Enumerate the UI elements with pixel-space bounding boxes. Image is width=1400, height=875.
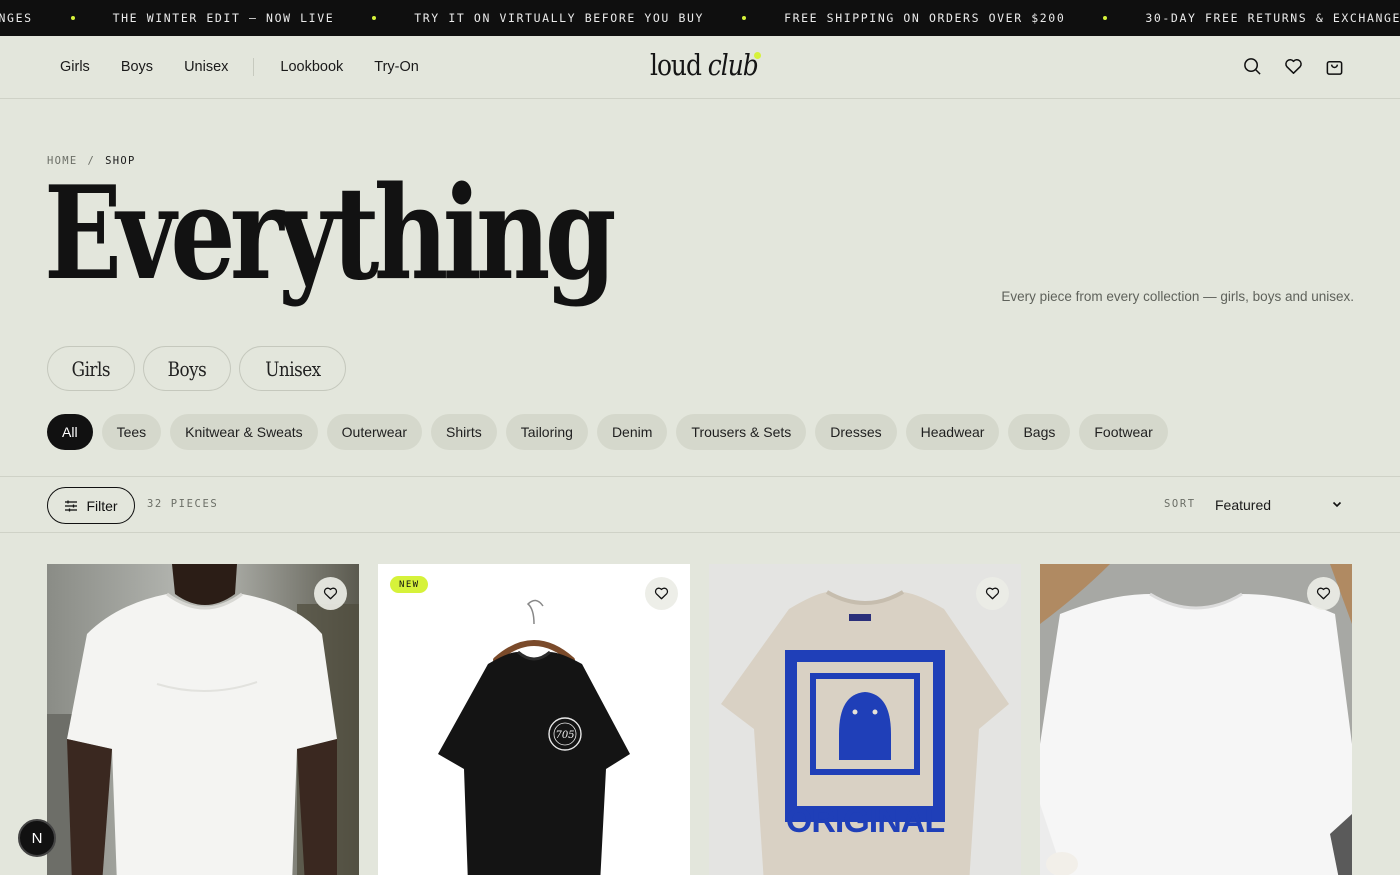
wishlist-button[interactable] xyxy=(1307,577,1340,610)
announcement-item: TRY IT ON VIRTUALLY BEFORE YOU BUY xyxy=(414,11,705,25)
category-chip-tees[interactable]: Tees xyxy=(101,414,162,450)
category-chip-trousers[interactable]: Trousers & Sets xyxy=(676,414,807,450)
gender-filter-label: Unisex xyxy=(264,356,321,381)
bag-icon[interactable] xyxy=(1325,57,1344,76)
page-subtitle: Every piece from every collection — girl… xyxy=(1001,289,1354,304)
product-card[interactable]: ORIGINAL xyxy=(709,564,1021,875)
product-image xyxy=(1040,564,1352,875)
separator-dot xyxy=(70,16,75,20)
gender-filter-label: Boys xyxy=(167,356,206,381)
category-filter-group: All Tees Knitwear & Sweats Outerwear Shi… xyxy=(47,414,1168,450)
nav-lookbook[interactable]: Lookbook xyxy=(280,59,343,75)
category-chip-shirts[interactable]: Shirts xyxy=(431,414,497,450)
product-image: 705 xyxy=(378,564,690,875)
nav-try-on[interactable]: Try-On xyxy=(374,59,419,75)
product-print-text: ORIGINAL xyxy=(786,802,944,840)
category-chip-headwear[interactable]: Headwear xyxy=(905,414,1000,450)
nav-boys[interactable]: Boys xyxy=(121,59,153,75)
main-nav: Girls Boys Unisex Lookbook Try-On xyxy=(60,36,450,98)
announcement-track: ANGES THE WINTER EDIT — NOW LIVE TRY IT … xyxy=(0,0,1400,36)
logo-accent-dot xyxy=(754,52,761,59)
category-chip-knitwear[interactable]: Knitwear & Sweats xyxy=(170,414,318,450)
gender-filter-girls[interactable]: Girls xyxy=(47,346,135,391)
logo-text: loud xyxy=(650,48,702,82)
category-chip-outerwear[interactable]: Outerwear xyxy=(326,414,422,450)
product-card[interactable] xyxy=(1040,564,1352,875)
product-print-text: 705 xyxy=(555,730,574,741)
announcement-item: FREE SHIPPING ON ORDERS OVER $200 xyxy=(784,11,1066,25)
category-chip-all[interactable]: All xyxy=(47,414,93,450)
announcement-item: 30-DAY FREE RETURNS & EXCHANGES xyxy=(1145,11,1400,25)
sort-select[interactable]: Featured xyxy=(1215,495,1343,515)
announcement-item: THE WINTER EDIT — NOW LIVE xyxy=(112,11,335,25)
new-badge: NEW xyxy=(390,576,429,593)
category-chip-dresses[interactable]: Dresses xyxy=(815,414,897,450)
chevron-down-icon xyxy=(1332,501,1342,508)
logo-text-italic: club xyxy=(707,48,759,82)
wishlist-button[interactable] xyxy=(976,577,1009,610)
heart-icon xyxy=(1316,587,1331,600)
heart-icon xyxy=(985,587,1000,600)
heart-icon[interactable] xyxy=(1284,57,1303,76)
nav-divider xyxy=(253,58,255,76)
nav-unisex[interactable]: Unisex xyxy=(184,59,228,75)
nav-girls[interactable]: Girls xyxy=(60,59,90,75)
product-image: ORIGINAL xyxy=(709,564,1021,875)
category-chip-tailoring[interactable]: Tailoring xyxy=(505,414,588,450)
header-actions xyxy=(1243,57,1344,76)
category-chip-footwear[interactable]: Footwear xyxy=(1079,414,1168,450)
announcement-item: ANGES xyxy=(0,11,33,25)
sort-label: SORT xyxy=(1164,498,1196,510)
result-count: 32 PIECES xyxy=(147,498,219,510)
filter-button[interactable]: Filter xyxy=(47,487,135,524)
sliders-icon xyxy=(65,500,78,511)
sort-value: Featured xyxy=(1215,497,1272,513)
search-icon[interactable] xyxy=(1243,57,1262,76)
site-header: Girls Boys Unisex Lookbook Try-On loud c… xyxy=(0,36,1400,99)
gender-filter-label: Girls xyxy=(71,356,111,381)
brand-logo[interactable]: loud club xyxy=(650,48,759,82)
filter-button-label: Filter xyxy=(86,497,118,514)
product-grid: 705 NEW ORIGINAL xyxy=(47,564,1352,875)
product-card[interactable] xyxy=(47,564,359,875)
heart-icon xyxy=(323,587,338,600)
category-chip-denim[interactable]: Denim xyxy=(596,414,668,450)
dev-tools-badge[interactable]: N xyxy=(18,819,56,857)
announcement-bar: ANGES THE WINTER EDIT — NOW LIVE TRY IT … xyxy=(0,0,1400,36)
toolbar: Filter 32 PIECES SORT Featured xyxy=(0,476,1400,533)
product-card[interactable]: 705 NEW xyxy=(378,564,690,875)
category-chip-bags[interactable]: Bags xyxy=(1008,414,1071,450)
separator-dot xyxy=(372,16,377,20)
gender-filter-group: Girls Boys Unisex xyxy=(47,346,347,391)
separator-dot xyxy=(742,16,747,20)
product-image xyxy=(47,564,359,875)
heart-icon xyxy=(654,587,669,600)
gender-filter-boys[interactable]: Boys xyxy=(142,346,231,391)
gender-filter-unisex[interactable]: Unisex xyxy=(238,346,347,391)
wishlist-button[interactable] xyxy=(314,577,347,610)
separator-dot xyxy=(1103,16,1108,20)
wishlist-button[interactable] xyxy=(645,577,678,610)
page-title: Everything xyxy=(44,159,616,309)
